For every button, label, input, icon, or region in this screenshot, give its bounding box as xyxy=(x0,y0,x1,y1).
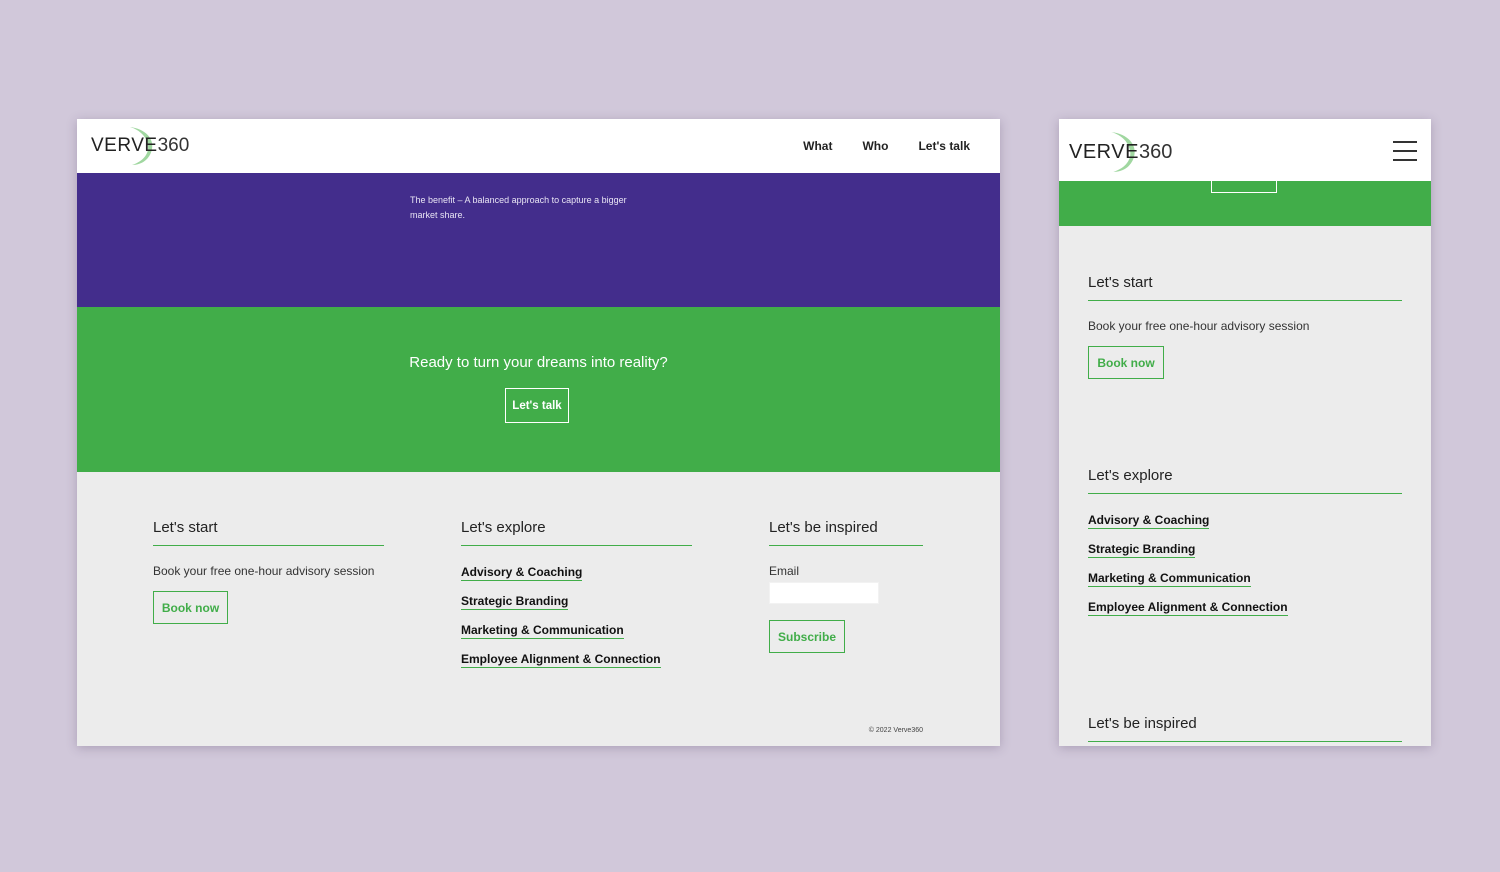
lets-start-title: Let's start xyxy=(153,519,384,546)
subscribe-button[interactable]: Subscribe xyxy=(769,620,845,653)
benefit-text: The benefit – A balanced approach to cap… xyxy=(410,193,650,223)
nav-item-lets-talk[interactable]: Let's talk xyxy=(918,139,970,153)
book-now-button[interactable]: Book now xyxy=(153,591,228,624)
nav-item-who[interactable]: Who xyxy=(862,139,888,153)
logo[interactable]: VERVE 360 xyxy=(91,127,190,165)
logo-number: 360 xyxy=(157,135,190,156)
footer-lets-start: Let's start Book your free one-hour advi… xyxy=(153,519,384,624)
mobile-preview: VERVE 360 Let's start Book your free one… xyxy=(1059,119,1431,746)
lets-explore-title: Let's explore xyxy=(461,519,692,546)
hamburger-icon[interactable] xyxy=(1393,141,1417,161)
link-marketing-communication[interactable]: Marketing & Communication xyxy=(461,623,624,639)
benefit-line-1: The benefit – A balanced approach to cap… xyxy=(410,195,627,205)
main-nav: What Who Let's talk xyxy=(803,119,970,173)
logo-number-mobile: 360 xyxy=(1138,140,1173,163)
cta-heading: Ready to turn your dreams into reality? xyxy=(409,354,668,371)
footer-lets-start-mobile: Let's start Book your free one-hour advi… xyxy=(1088,274,1402,379)
logo-wordmark-mobile: VERVE xyxy=(1069,140,1139,163)
lets-start-text-mobile: Book your free one-hour advisory session xyxy=(1088,319,1310,333)
lets-start-title-mobile: Let's start xyxy=(1088,274,1402,301)
copyright: © 2022 Verve360 xyxy=(868,727,923,734)
footer-lets-explore-mobile: Let's explore Advisory & Coaching Strate… xyxy=(1088,467,1402,616)
benefit-section: The benefit – A balanced approach to cap… xyxy=(77,169,1000,307)
site-header: VERVE 360 What Who Let's talk xyxy=(77,119,1000,173)
email-label: Email xyxy=(769,564,800,578)
link-strategic-branding-mobile[interactable]: Strategic Branding xyxy=(1088,542,1196,558)
lets-start-text: Book your free one-hour advisory session xyxy=(153,564,375,578)
desktop-preview: VERVE 360 What Who Let's talk The benefi… xyxy=(77,119,1000,746)
site-header-mobile: VERVE 360 xyxy=(1059,119,1431,181)
link-employee-alignment-mobile[interactable]: Employee Alignment & Connection xyxy=(1088,600,1288,616)
footer-lets-be-inspired: Let's be inspired Email Subscribe xyxy=(769,519,923,653)
lets-be-inspired-title-mobile: Let's be inspired xyxy=(1088,715,1402,742)
cta-section-mobile xyxy=(1059,179,1431,226)
link-advisory-coaching-mobile[interactable]: Advisory & Coaching xyxy=(1088,513,1210,529)
lets-be-inspired-title: Let's be inspired xyxy=(769,519,923,546)
cta-section: Ready to turn your dreams into reality? … xyxy=(77,307,1000,472)
logo-wordmark: VERVE xyxy=(91,135,158,156)
link-marketing-communication-mobile[interactable]: Marketing & Communication xyxy=(1088,571,1251,587)
footer-lets-be-inspired-mobile: Let's be inspired xyxy=(1088,715,1402,742)
link-advisory-coaching[interactable]: Advisory & Coaching xyxy=(461,565,583,581)
lets-talk-button-mobile[interactable] xyxy=(1211,179,1277,193)
benefit-line-2: market share. xyxy=(410,210,466,220)
nav-item-what[interactable]: What xyxy=(803,139,832,153)
lets-explore-title-mobile: Let's explore xyxy=(1088,467,1402,494)
footer-lets-explore: Let's explore Advisory & Coaching Strate… xyxy=(461,519,692,668)
book-now-button-mobile[interactable]: Book now xyxy=(1088,346,1164,379)
link-employee-alignment[interactable]: Employee Alignment & Connection xyxy=(461,652,661,668)
logo-mobile[interactable]: VERVE 360 xyxy=(1069,132,1172,172)
email-field[interactable] xyxy=(769,582,879,604)
link-strategic-branding[interactable]: Strategic Branding xyxy=(461,594,569,610)
lets-talk-button[interactable]: Let's talk xyxy=(505,388,569,423)
